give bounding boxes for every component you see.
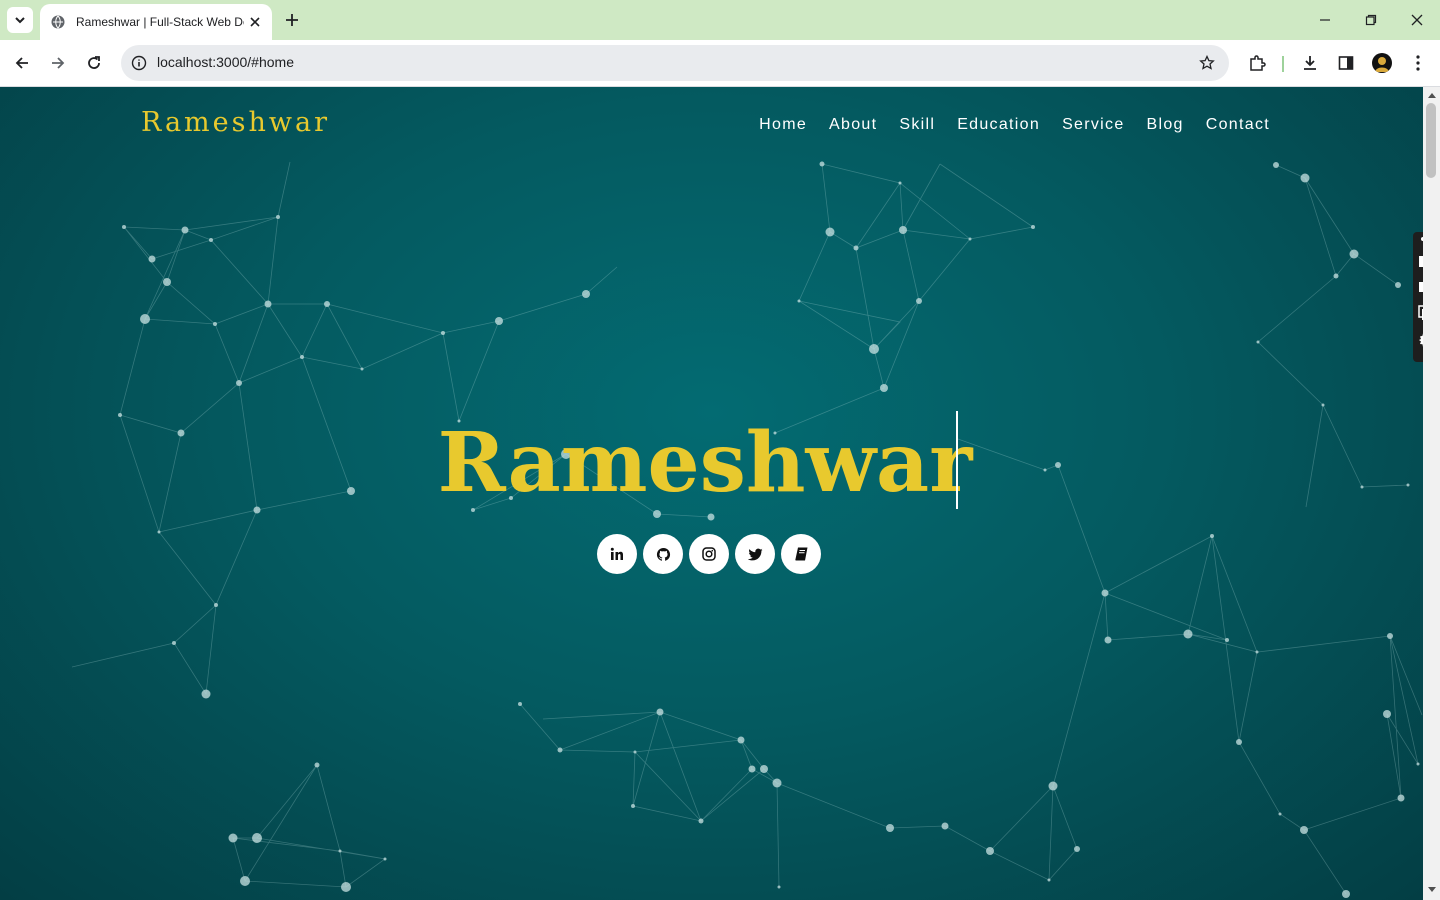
more-vertical-icon (1416, 55, 1420, 71)
avatar-icon (1375, 57, 1389, 72)
site-brand-logo[interactable]: Rameshwar (141, 107, 330, 138)
browser-toolbar: localhost:3000/#home (0, 40, 1440, 87)
minimize-icon (1320, 19, 1330, 21)
hero-title: Rameshwar (437, 415, 973, 511)
chevron-down-icon (15, 17, 25, 24)
extensions-button[interactable] (1246, 52, 1268, 74)
arrow-left-icon (15, 57, 28, 69)
arrow-right-icon (52, 57, 65, 69)
linkedin-icon (610, 547, 623, 560)
twitter-button[interactable] (735, 534, 775, 574)
nav-item-contact[interactable]: Contact (1206, 116, 1270, 134)
scroll-down-icon[interactable] (1427, 885, 1436, 894)
twitter-icon (747, 548, 763, 560)
bookmark-star-icon[interactable] (1197, 53, 1217, 73)
info-icon[interactable] (129, 53, 149, 73)
page-viewport: Rameshwar Home About Skill Education Ser… (0, 87, 1423, 900)
restore-button[interactable] (1356, 8, 1386, 32)
downloads-button[interactable] (1299, 52, 1321, 74)
nav-item-blog[interactable]: Blog (1147, 116, 1184, 134)
restore-icon (1365, 14, 1377, 26)
close-icon (1411, 14, 1423, 26)
side-panel-icon (1338, 56, 1354, 70)
forward-button[interactable] (47, 52, 69, 74)
reload-icon (88, 56, 100, 69)
blog-button[interactable] (781, 534, 821, 574)
close-tab-icon[interactable] (248, 15, 262, 29)
profile-avatar[interactable] (1372, 53, 1392, 73)
new-tab-button[interactable] (282, 10, 302, 30)
nav-item-about[interactable]: About (829, 116, 877, 134)
minimize-button[interactable] (1310, 8, 1340, 32)
nav-item-service[interactable]: Service (1062, 116, 1124, 134)
nav-menu: Home About Skill Education Service Blog … (759, 116, 1270, 134)
back-button[interactable] (11, 52, 33, 74)
globe-icon (51, 15, 65, 29)
url-text: localhost:3000/#home (157, 54, 294, 70)
browser-tab-bar: Rameshwar | Full-Stack Web De (0, 0, 1440, 40)
close-window-button[interactable] (1402, 8, 1432, 32)
page-scrollbar[interactable] (1423, 87, 1440, 900)
tab-search-button[interactable] (7, 7, 33, 33)
download-icon (1304, 56, 1316, 70)
instagram-icon (702, 547, 716, 561)
linkedin-button[interactable] (597, 534, 637, 574)
scrollbar-thumb[interactable] (1426, 103, 1436, 178)
nav-item-education[interactable]: Education (957, 116, 1040, 134)
scroll-up-icon[interactable] (1427, 90, 1436, 99)
typing-cursor (956, 411, 958, 509)
github-icon (656, 547, 670, 561)
instagram-button[interactable] (689, 534, 729, 574)
reload-button[interactable] (83, 52, 105, 74)
tab-title: Rameshwar | Full-Stack Web De (76, 15, 244, 29)
address-bar[interactable]: localhost:3000/#home (121, 45, 1229, 81)
book-icon (794, 547, 807, 561)
plus-icon (286, 14, 298, 26)
nav-item-skill[interactable]: Skill (899, 116, 935, 134)
site-navbar: Rameshwar Home About Skill Education Ser… (0, 87, 1423, 162)
github-button[interactable] (643, 534, 683, 574)
side-panel-button[interactable] (1335, 52, 1357, 74)
social-links (597, 534, 821, 574)
puzzle-icon (1250, 55, 1266, 71)
nav-item-home[interactable]: Home (759, 116, 807, 134)
toolbar-separator (1282, 56, 1284, 72)
browser-tab[interactable]: Rameshwar | Full-Stack Web De (40, 4, 272, 40)
menu-button[interactable] (1407, 52, 1429, 74)
